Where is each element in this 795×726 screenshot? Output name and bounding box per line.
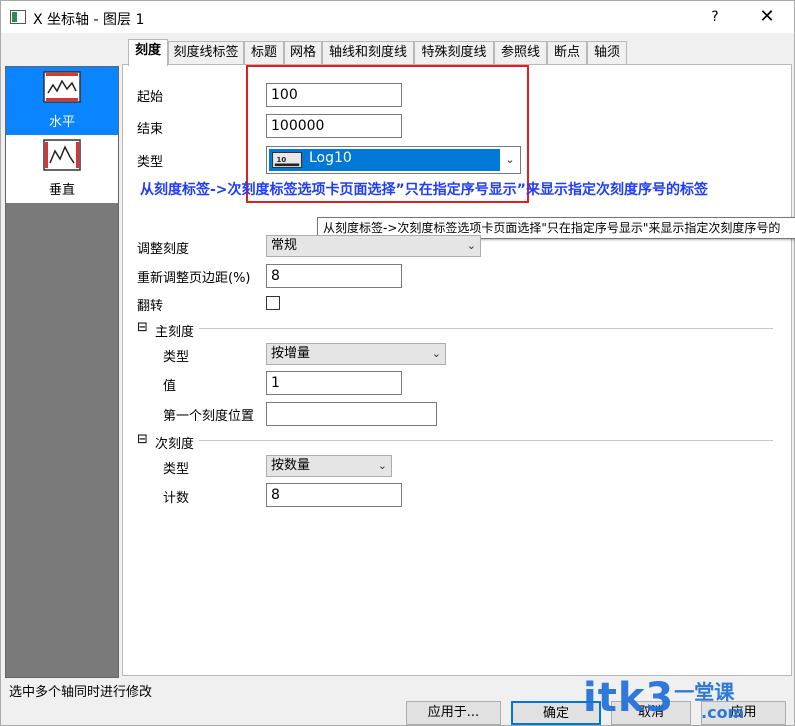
minor-type-value: 按数量	[271, 458, 311, 473]
help-button[interactable]: ?	[701, 5, 729, 29]
margin-label: 重新调整页边距(%)	[137, 271, 251, 286]
first-tick-input[interactable]	[266, 402, 437, 426]
minor-ticks-header: 次刻度	[155, 437, 195, 452]
tab-line-and-ticks[interactable]: 轴线和刻度线	[322, 41, 414, 65]
scale-type-select[interactable]: 10 Log10 ⌄	[266, 146, 521, 174]
title-bar: X 坐标轴 - 图层 1 ? ✕	[1, 1, 794, 33]
rescale-select[interactable]: 常规 ⌄	[266, 235, 481, 257]
selection-highlight	[269, 149, 500, 171]
rescale-label: 调整刻度	[137, 242, 190, 257]
section-divider	[199, 328, 773, 329]
section-divider	[199, 440, 773, 441]
minor-count-label: 计数	[163, 491, 190, 506]
watermark-domain: .com	[701, 703, 745, 722]
chevron-down-icon: ⌄	[431, 347, 441, 360]
dialog-window: X 坐标轴 - 图层 1 ? ✕ 刻度 刻度线标签 标题 网格 轴线和刻度线 特…	[0, 0, 795, 726]
log-scale-icon: 10	[272, 152, 302, 168]
reverse-checkbox[interactable]	[266, 296, 280, 310]
apply-to-button[interactable]: 应用于...	[406, 701, 501, 725]
minor-ticks-toggle[interactable]: ⊟	[137, 432, 148, 447]
sidebar-item-label: 水平	[48, 115, 75, 130]
chevron-down-icon: ⌄	[466, 239, 476, 252]
first-tick-label: 第一个刻度位置	[163, 409, 255, 424]
sidebar-item-vertical[interactable]: 垂直	[6, 135, 118, 203]
reverse-label: 翻转	[137, 299, 164, 314]
window-title: X 坐标轴 - 图层 1	[33, 12, 145, 28]
status-text: 选中多个轴同时进行修改	[9, 685, 153, 700]
window-app-icon	[10, 10, 26, 24]
tab-reference-lines[interactable]: 参照线	[494, 41, 547, 65]
major-type-label: 类型	[163, 350, 190, 365]
tab-scale[interactable]: 刻度	[128, 39, 168, 66]
major-value-label: 值	[163, 379, 177, 394]
watermark-suffix: 一堂课	[674, 680, 735, 704]
to-input[interactable]: 100000	[266, 114, 402, 138]
vertical-axis-icon	[43, 139, 81, 171]
chevron-down-icon: ⌄	[377, 459, 387, 472]
sidebar-item-horizontal[interactable]: 水平	[6, 67, 118, 135]
major-type-select[interactable]: 按增量 ⌄	[266, 343, 446, 365]
major-ticks-header: 主刻度	[155, 325, 195, 340]
watermark-main: itk3	[583, 675, 675, 721]
tab-grids[interactable]: 网格	[284, 41, 322, 65]
rescale-value: 常规	[271, 238, 298, 253]
minor-count-input[interactable]: 8	[266, 483, 402, 507]
from-input[interactable]: 100	[266, 83, 402, 107]
tab-tick-labels[interactable]: 刻度线标签	[168, 41, 244, 65]
tab-breaks[interactable]: 断点	[547, 41, 587, 65]
margin-input[interactable]: 8	[266, 264, 402, 288]
horizontal-axis-icon	[43, 71, 81, 103]
close-button[interactable]: ✕	[749, 3, 785, 31]
type-label: 类型	[137, 155, 164, 170]
scale-type-value: Log10	[309, 150, 352, 166]
chevron-down-icon[interactable]: ⌄	[500, 147, 520, 173]
from-label: 起始	[137, 90, 164, 105]
tab-rug[interactable]: 轴须	[587, 41, 627, 65]
sidebar-item-label: 垂直	[48, 183, 75, 198]
major-ticks-toggle[interactable]: ⊟	[137, 320, 148, 335]
tab-title[interactable]: 标题	[244, 41, 284, 65]
major-value-input[interactable]: 1	[266, 371, 402, 395]
axis-direction-list: 水平 垂直	[5, 66, 119, 678]
to-label: 结束	[137, 122, 164, 137]
tab-special-ticks[interactable]: 特殊刻度线	[414, 41, 494, 65]
minor-type-label: 类型	[163, 462, 190, 477]
major-type-value: 按增量	[271, 346, 311, 361]
svg-text:10: 10	[277, 156, 287, 164]
annotation-note: 从刻度标签->次刻度标签选项卡页面选择”只在指定序号显示”来显示指定次刻度序号的…	[140, 182, 708, 198]
minor-type-select[interactable]: 按数量 ⌄	[266, 455, 392, 477]
